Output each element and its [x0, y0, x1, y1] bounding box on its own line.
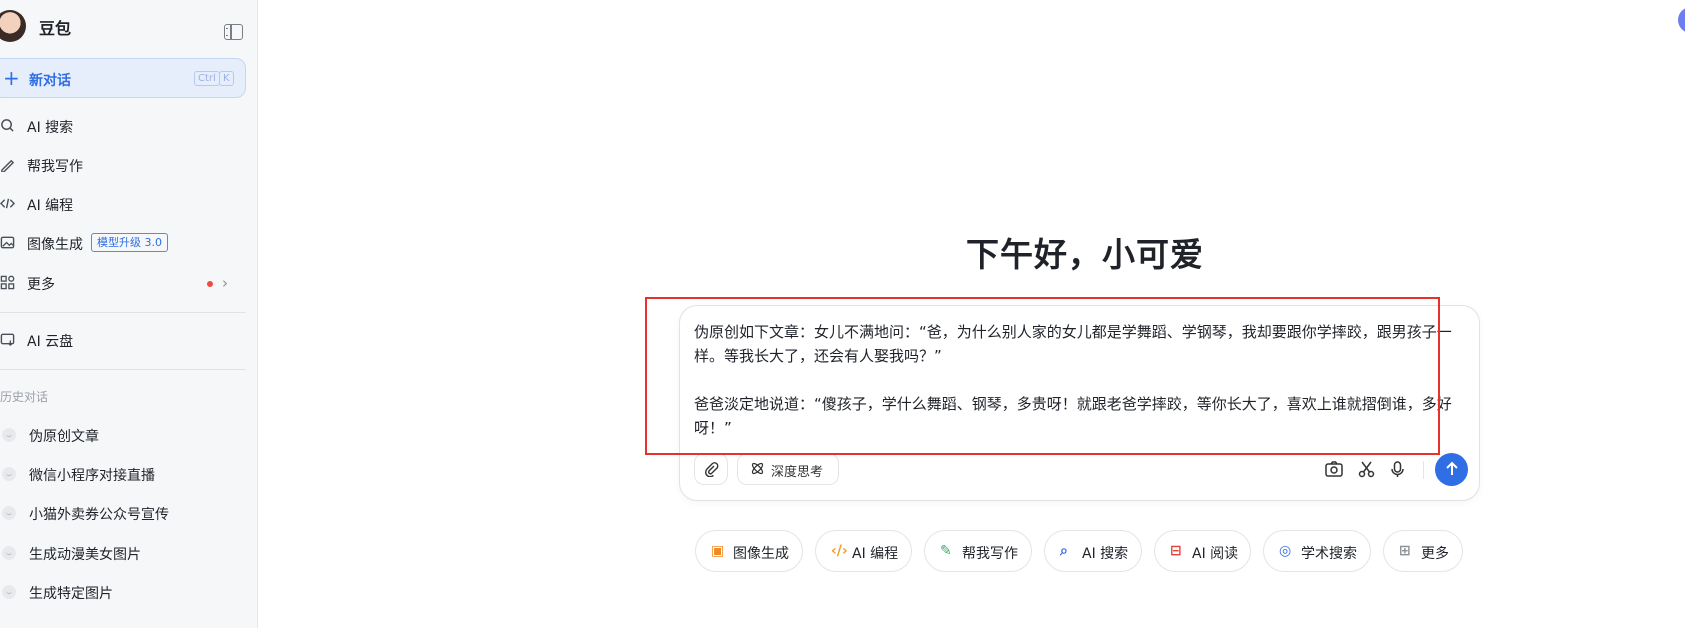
sidebar-item-image-gen[interactable]: 图像生成 模型升级 3.0: [0, 226, 250, 260]
chat-bubble-icon: [2, 506, 16, 520]
sidebar-item-more[interactable]: 更多 ›: [0, 266, 250, 300]
history-item-label: 微信小程序对接直播: [29, 468, 155, 484]
cloud-drive-icon: [0, 332, 16, 348]
atom-icon: [750, 461, 765, 480]
user-avatar[interactable]: [1678, 7, 1685, 33]
history-item[interactable]: 生成特定图片: [0, 574, 250, 610]
search-icon: [0, 118, 16, 134]
book-icon: ⊟: [1170, 543, 1182, 559]
chip-ai-reading[interactable]: ⊟ AI 阅读: [1154, 530, 1251, 572]
history-item-label: 小猫外卖券公众号宣传: [29, 507, 169, 523]
sidebar-item-label: 图像生成: [27, 237, 83, 253]
history-item[interactable]: 伪原创文章: [0, 417, 250, 453]
app: 豆包 + 新对话 Ctrl K AI 搜索 帮我写作 AI 编程 图像生成 模型…: [0, 0, 1685, 628]
history-item-label: 生成特定图片: [29, 586, 113, 602]
divider: [0, 369, 246, 370]
scissors-icon[interactable]: [1358, 461, 1375, 483]
pen-icon: ✎: [940, 543, 952, 559]
image-icon: ▣: [711, 543, 725, 559]
chip-label: 图像生成: [733, 546, 789, 562]
history-item[interactable]: 微信小程序对接直播: [0, 456, 250, 492]
divider: [0, 312, 246, 313]
send-button[interactable]: [1435, 453, 1468, 486]
sidebar-item-label: AI 搜索: [27, 120, 74, 136]
message-input[interactable]: 伪原创如下文章：女儿不满地问：“爸，为什么别人家的女儿都是学舞蹈、学钢琴，我却要…: [694, 320, 1464, 440]
chat-bubble-icon: [2, 585, 16, 599]
brand-name: 豆包: [39, 19, 72, 38]
sidebar-toggle-icon[interactable]: [224, 24, 243, 40]
chip-writing[interactable]: ✎ 帮我写作: [924, 530, 1032, 572]
shortcut-ctrl: Ctrl: [194, 71, 220, 86]
greeting: 下午好，小可爱: [966, 235, 1204, 274]
sidebar-item-label: 更多: [27, 277, 55, 293]
sidebar-item-label: 帮我写作: [27, 159, 83, 175]
chip-ai-coding[interactable]: ‹/› AI 编程: [815, 530, 912, 572]
chip-label: AI 阅读: [1192, 546, 1239, 562]
attach-icon[interactable]: [694, 453, 728, 485]
microphone-icon[interactable]: [1390, 461, 1405, 483]
chip-image-gen[interactable]: ▣ 图像生成: [695, 530, 803, 572]
apps-icon: [0, 275, 16, 291]
chip-academic-search[interactable]: ◎ 学术搜索: [1263, 530, 1371, 572]
history-item-label: 伪原创文章: [29, 429, 99, 445]
chip-label: AI 编程: [852, 546, 899, 562]
search-icon: ⌕: [1060, 543, 1068, 559]
sidebar-item-label: AI 云盘: [27, 334, 74, 350]
sidebar: 豆包 + 新对话 Ctrl K AI 搜索 帮我写作 AI 编程 图像生成 模型…: [0, 0, 258, 628]
new-chat-button[interactable]: + 新对话 Ctrl K: [0, 58, 246, 98]
history-item[interactable]: 生成动漫美女图片: [0, 535, 250, 571]
chip-label: 帮我写作: [962, 546, 1018, 562]
sidebar-item-cloud-drive[interactable]: AI 云盘: [0, 323, 250, 357]
sidebar-item-writing[interactable]: 帮我写作: [0, 148, 250, 182]
new-chat-label: 新对话: [29, 73, 71, 89]
sidebar-item-label: AI 编程: [27, 198, 74, 214]
chat-bubble-icon: [2, 428, 16, 442]
chat-bubble-icon: [2, 546, 16, 560]
chevron-right-icon: ›: [222, 274, 228, 292]
apps-icon: ⊞: [1399, 543, 1411, 559]
deep-think-button[interactable]: 深度思考: [737, 453, 839, 485]
chip-label: 更多: [1421, 546, 1449, 562]
avatar[interactable]: [0, 10, 26, 42]
chip-ai-search[interactable]: ⌕ AI 搜索: [1044, 530, 1142, 572]
brand: 豆包: [0, 8, 257, 42]
chip-more[interactable]: ⊞ 更多: [1383, 530, 1463, 572]
academic-icon: ◎: [1279, 543, 1292, 559]
composer: 伪原创如下文章：女儿不满地问：“爸，为什么别人家的女儿都是学舞蹈、学钢琴，我却要…: [679, 305, 1480, 501]
chat-bubble-icon: [2, 467, 16, 481]
history-title: 历史对话: [0, 390, 49, 404]
sidebar-item-ai-search[interactable]: AI 搜索: [0, 109, 250, 143]
plus-icon: +: [3, 66, 20, 90]
history-item[interactable]: 小猫外卖券公众号宣传: [0, 495, 250, 531]
chip-label: AI 搜索: [1082, 546, 1129, 562]
deep-think-label: 深度思考: [771, 465, 824, 480]
pen-icon: [0, 157, 16, 173]
shortcut-key: K: [219, 71, 234, 86]
code-icon: ‹/›: [831, 543, 848, 559]
code-icon: [0, 196, 16, 212]
camera-icon[interactable]: [1325, 461, 1344, 483]
chip-label: 学术搜索: [1301, 546, 1357, 562]
image-icon: [0, 235, 16, 251]
model-upgrade-badge: 模型升级 3.0: [91, 233, 168, 252]
sidebar-item-coding[interactable]: AI 编程: [0, 187, 250, 221]
toolbar-divider: [1423, 461, 1424, 479]
history-item-label: 生成动漫美女图片: [29, 547, 141, 563]
notification-dot: [207, 281, 213, 287]
